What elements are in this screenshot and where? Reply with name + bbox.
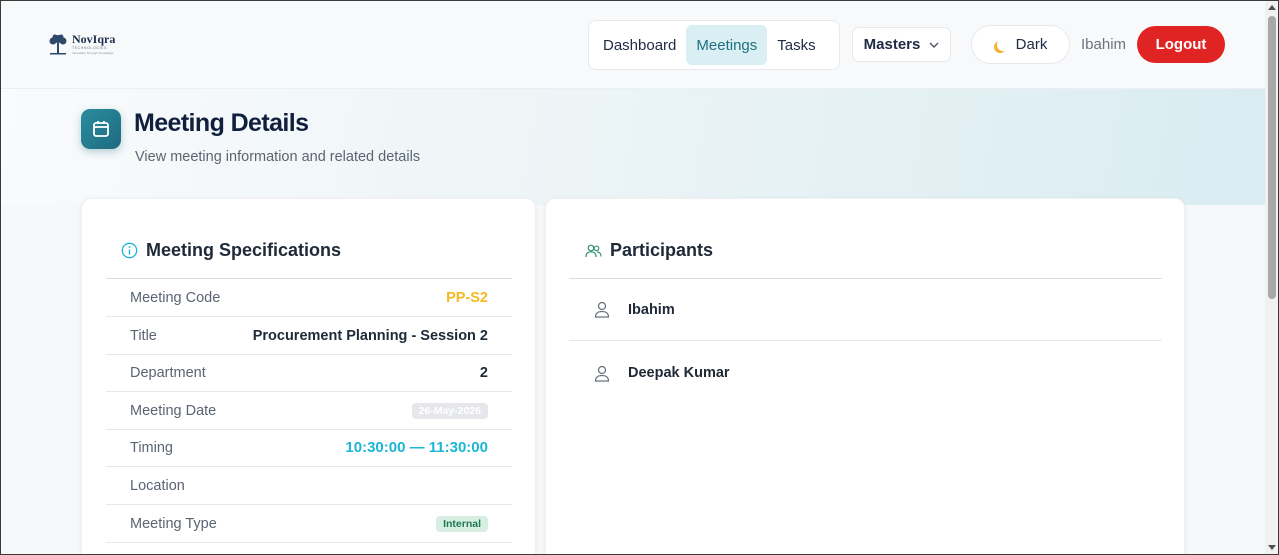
- specifications-title: Meeting Specifications: [146, 240, 342, 260]
- spec-row-location: Location: [106, 467, 512, 505]
- meeting-specifications-card: Meeting Specifications Meeting Code PP-S…: [81, 198, 536, 555]
- users-icon: [585, 244, 602, 257]
- participant-item: Ibahim: [569, 279, 1162, 341]
- nav-dashboard[interactable]: Dashboard: [593, 25, 686, 65]
- scroll-down-arrow-icon[interactable]: [1268, 545, 1276, 550]
- participants-heading: Participants: [585, 240, 713, 261]
- main-nav: Dashboard Meetings Tasks: [588, 20, 840, 70]
- participants-title: Participants: [610, 240, 714, 260]
- participants-card: Participants Ibahim Deepak Kumar: [545, 198, 1185, 555]
- logo-name: NovIqra: [72, 32, 116, 46]
- department-value: 2: [479, 364, 488, 381]
- page-subtitle: View meeting information and related det…: [135, 149, 421, 165]
- participant-item: Deepak Kumar: [569, 342, 1162, 404]
- scrollbar-thumb[interactable]: [1268, 16, 1276, 299]
- username: Ibahim: [1081, 36, 1127, 53]
- participant-name: Ibahim: [628, 301, 675, 318]
- meeting-type-badge: Internal: [436, 515, 488, 532]
- tree-icon: [49, 34, 67, 55]
- info-icon: [121, 242, 138, 259]
- spec-row-meeting-code: Meeting Code PP-S2: [106, 279, 512, 317]
- masters-label: Masters: [863, 36, 921, 53]
- nav-tasks[interactable]: Tasks: [767, 25, 825, 65]
- spec-row-department: Department 2: [106, 354, 512, 392]
- spec-row-meeting-date: Meeting Date 26-May-2026: [106, 392, 512, 430]
- masters-dropdown[interactable]: Masters: [852, 27, 951, 62]
- logout-button[interactable]: Logout: [1137, 26, 1225, 63]
- spec-label: Department: [130, 364, 206, 381]
- spec-label: Title: [130, 327, 157, 344]
- theme-label: Dark: [1015, 36, 1048, 53]
- meeting-title-value: Procurement Planning - Session 2: [252, 327, 488, 344]
- spec-label: Meeting Type: [130, 515, 217, 532]
- theme-toggle-button[interactable]: Dark: [971, 25, 1070, 64]
- participant-name: Deepak Kumar: [628, 365, 730, 381]
- spec-label: Meeting Date: [130, 402, 217, 419]
- spec-label: Location: [130, 477, 185, 494]
- page-title: Meeting Details: [134, 109, 309, 137]
- timing-value: 10:30:00 — 11:30:00: [345, 439, 488, 456]
- spec-label: Meeting Code: [130, 289, 221, 306]
- spec-row-meeting-type: Meeting Type Internal: [106, 505, 512, 543]
- spec-row-title: Title Procurement Planning - Session 2: [106, 317, 512, 355]
- scroll-up-arrow-icon[interactable]: [1268, 5, 1276, 10]
- chevron-down-icon: [929, 42, 939, 48]
- user-icon: [594, 301, 610, 318]
- logo-tagline: Innovation Through Knowledge: [72, 51, 114, 55]
- page-header-banner: [0, 89, 1265, 205]
- nav-meetings[interactable]: Meetings: [686, 25, 768, 65]
- top-navbar: NovIqra TECHNOLOGIES Innovation Through …: [0, 0, 1265, 89]
- meeting-date-badge: 26-May-2026: [411, 402, 488, 419]
- calendar-icon: [81, 109, 121, 149]
- page-scrollbar[interactable]: [1265, 0, 1279, 555]
- moon-icon: [997, 39, 1009, 51]
- spec-label: Timing: [130, 439, 173, 456]
- spec-row-timing: Timing 10:30:00 — 11:30:00: [106, 429, 512, 467]
- user-icon: [594, 365, 610, 382]
- company-logo[interactable]: NovIqra TECHNOLOGIES Innovation Through …: [47, 33, 115, 57]
- meeting-code-value: PP-S2: [446, 289, 488, 306]
- specifications-heading: Meeting Specifications: [121, 240, 341, 261]
